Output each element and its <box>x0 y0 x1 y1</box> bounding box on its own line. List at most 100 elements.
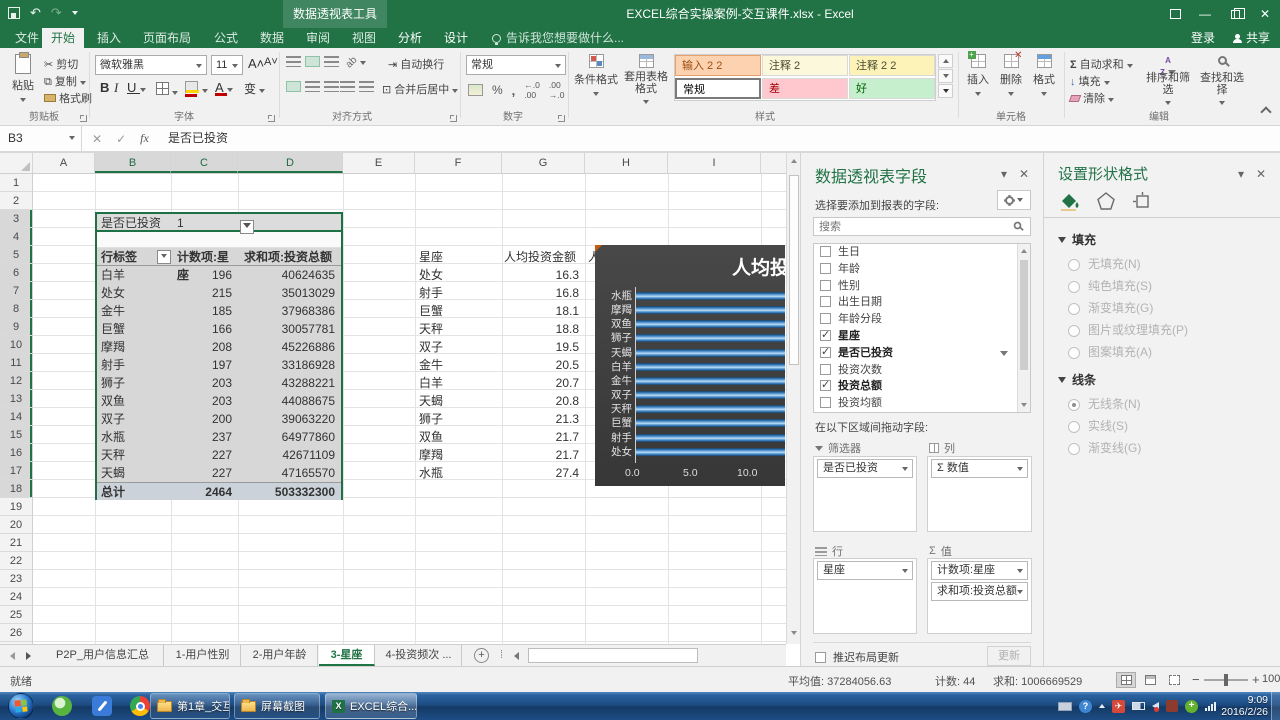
chart-bar[interactable] <box>636 388 785 402</box>
rows-chip[interactable]: 星座 <box>817 561 913 580</box>
field-item[interactable]: 年龄 <box>814 261 1030 278</box>
helper-row[interactable]: 白羊 20.7 <box>415 374 585 392</box>
taskbar-button-folder1[interactable]: 第1章_交互... <box>150 693 230 719</box>
field-filter-icon[interactable] <box>1000 350 1008 356</box>
values-chip[interactable]: 求和项:投资总额 <box>931 582 1028 601</box>
chrome-icon[interactable] <box>130 696 150 716</box>
zoom-in-button[interactable]: + <box>1252 672 1260 687</box>
chart-bar[interactable] <box>636 431 785 445</box>
pivot-row[interactable]: 摩羯 208 45226886 <box>97 338 341 356</box>
formula-content[interactable]: 是否已投资 <box>168 126 228 151</box>
percent-style-button[interactable]: % <box>492 83 503 97</box>
columns-area[interactable]: Σ 数值 <box>927 456 1032 532</box>
pivot-filter-row[interactable]: 是否已投资 1 <box>97 214 341 234</box>
fields-pane-close-icon[interactable]: ✕ <box>1019 167 1029 181</box>
scroll-down-icon[interactable] <box>791 631 797 635</box>
field-item[interactable]: 星座 <box>814 327 1030 345</box>
bold-button[interactable]: B <box>100 80 109 95</box>
chart-bar[interactable] <box>636 416 785 430</box>
tab-view[interactable]: 视图 <box>343 28 385 48</box>
sheet-tab[interactable]: P2P_用户信息汇总 <box>42 645 164 666</box>
number-format-combo[interactable]: 常规 <box>466 55 566 75</box>
align-top-icon[interactable] <box>286 56 301 67</box>
field-list-scrollbar[interactable] <box>1017 244 1030 412</box>
helper-row[interactable]: 天秤 18.8 <box>415 320 585 338</box>
chart-bar[interactable] <box>636 445 785 459</box>
grow-font-button[interactable]: A˄ <box>248 56 264 71</box>
defer-layout-checkbox[interactable]: 推迟布局更新 <box>815 649 899 665</box>
chart-bar[interactable] <box>636 289 785 303</box>
delete-cells-button[interactable]: ✕ 删除 <box>996 50 1026 99</box>
align-right-icon[interactable] <box>324 81 339 92</box>
chart-bar[interactable] <box>636 360 785 374</box>
sheet-tab[interactable]: 4-投资频次 ... <box>376 645 462 666</box>
redo-icon[interactable]: ↷ <box>51 5 62 21</box>
format-pane-options-icon[interactable]: ▾ <box>1238 167 1244 181</box>
sheet-nav-left-icon[interactable] <box>10 652 15 660</box>
tab-home[interactable]: 开始 <box>42 28 85 48</box>
sign-in-link[interactable]: 登录 <box>1191 28 1215 48</box>
note-app-icon[interactable] <box>92 696 112 716</box>
field-item[interactable]: 性别 <box>814 278 1030 295</box>
insert-function-icon[interactable]: fx <box>140 131 149 146</box>
taskbar-button-folder2[interactable]: 屏幕截图 <box>234 693 320 719</box>
gallery-up-button[interactable] <box>938 54 953 68</box>
style-normal[interactable]: 常规 <box>675 78 761 99</box>
helper-row[interactable]: 水瓶 27.4 <box>415 464 585 482</box>
align-bottom-icon[interactable] <box>324 56 339 67</box>
cell-grid[interactable]: 是否已投资 1 行标签 计数项:星座 求和项:投资总额 白羊 196 4062463… <box>33 174 786 644</box>
normal-view-button[interactable] <box>1116 672 1136 688</box>
helper-row[interactable]: 狮子 21.3 <box>415 410 585 428</box>
taskbar-button-excel[interactable]: X EXCEL综合... <box>325 693 417 719</box>
merge-center-button[interactable]: ⊡ 合并后居中 <box>382 81 459 97</box>
fill-line-bucket-icon[interactable] <box>1058 191 1080 211</box>
pivot-row[interactable]: 处女 215 35013029 <box>97 284 341 302</box>
pivot-row[interactable]: 金牛 185 37968386 <box>97 302 341 320</box>
sheet-tab[interactable]: 1-用户性别 <box>165 645 241 666</box>
helper-row[interactable]: 双子 19.5 <box>415 338 585 356</box>
indent-buttons[interactable] <box>340 81 374 92</box>
align-center-icon[interactable] <box>305 81 320 92</box>
autosum-button[interactable]: Σ 自动求和 <box>1070 56 1133 72</box>
tray-keyboard-icon[interactable] <box>1058 701 1072 711</box>
cancel-entry-icon[interactable]: ✕ <box>92 132 102 146</box>
col-header-f[interactable]: F <box>415 153 502 173</box>
decrease-decimal-button[interactable]: .00 →.0 <box>549 80 565 100</box>
vertical-scroll-thumb[interactable] <box>789 175 799 365</box>
restore-button[interactable] <box>1220 0 1250 28</box>
page-break-view-button[interactable] <box>1164 672 1184 688</box>
pivot-row[interactable]: 天蝎 227 47165570 <box>97 464 341 482</box>
fill-option[interactable]: 无填充(N) <box>1068 255 1141 272</box>
field-item[interactable]: 投资总额 <box>814 377 1030 395</box>
filter-funnel-icon[interactable] <box>240 220 254 234</box>
tray-security-icon[interactable]: ✈ <box>1112 699 1125 713</box>
chart-bar[interactable] <box>636 317 785 331</box>
decrease-indent-icon[interactable] <box>340 81 355 92</box>
line-option[interactable]: 实线(S) <box>1068 417 1128 434</box>
col-header-e[interactable]: E <box>343 153 415 173</box>
col-header-g[interactable]: G <box>502 153 585 173</box>
wrap-text-button[interactable]: ⇥ 自动换行 <box>388 56 444 72</box>
field-item[interactable]: 出生日期 <box>814 294 1030 311</box>
values-chip[interactable]: 计数项:星座 <box>931 561 1028 580</box>
columns-chip[interactable]: Σ 数值 <box>931 459 1028 478</box>
line-option[interactable]: 渐变线(G) <box>1068 439 1141 456</box>
helper-row[interactable]: 巨蟹 18.1 <box>415 302 585 320</box>
tray-help-icon[interactable]: ? <box>1079 699 1092 713</box>
insert-cells-button[interactable]: + 插入 <box>963 51 993 99</box>
pivot-row-labels-header[interactable]: 行标签 <box>97 248 173 265</box>
hscroll-left-icon[interactable] <box>514 652 519 660</box>
filters-area[interactable]: 是否已投资 <box>813 456 917 532</box>
confirm-entry-icon[interactable]: ✓ <box>116 132 126 146</box>
underline-button[interactable]: U <box>127 80 146 95</box>
pivot-row[interactable]: 双鱼 203 44088675 <box>97 392 341 410</box>
page-layout-view-button[interactable] <box>1140 672 1160 688</box>
tab-page-layout[interactable]: 页面布局 <box>134 28 200 48</box>
tray-network-icon[interactable] <box>1205 701 1216 711</box>
browser-360-icon[interactable] <box>52 696 72 716</box>
line-option-selected[interactable]: 无线条(N) <box>1068 395 1141 412</box>
phonetic-guide-button[interactable]: 变 <box>244 80 266 97</box>
start-button[interactable] <box>8 693 34 719</box>
tab-analyze[interactable]: 分析 <box>389 28 431 48</box>
pivot-row[interactable]: 白羊 196 40624635 <box>97 266 341 284</box>
